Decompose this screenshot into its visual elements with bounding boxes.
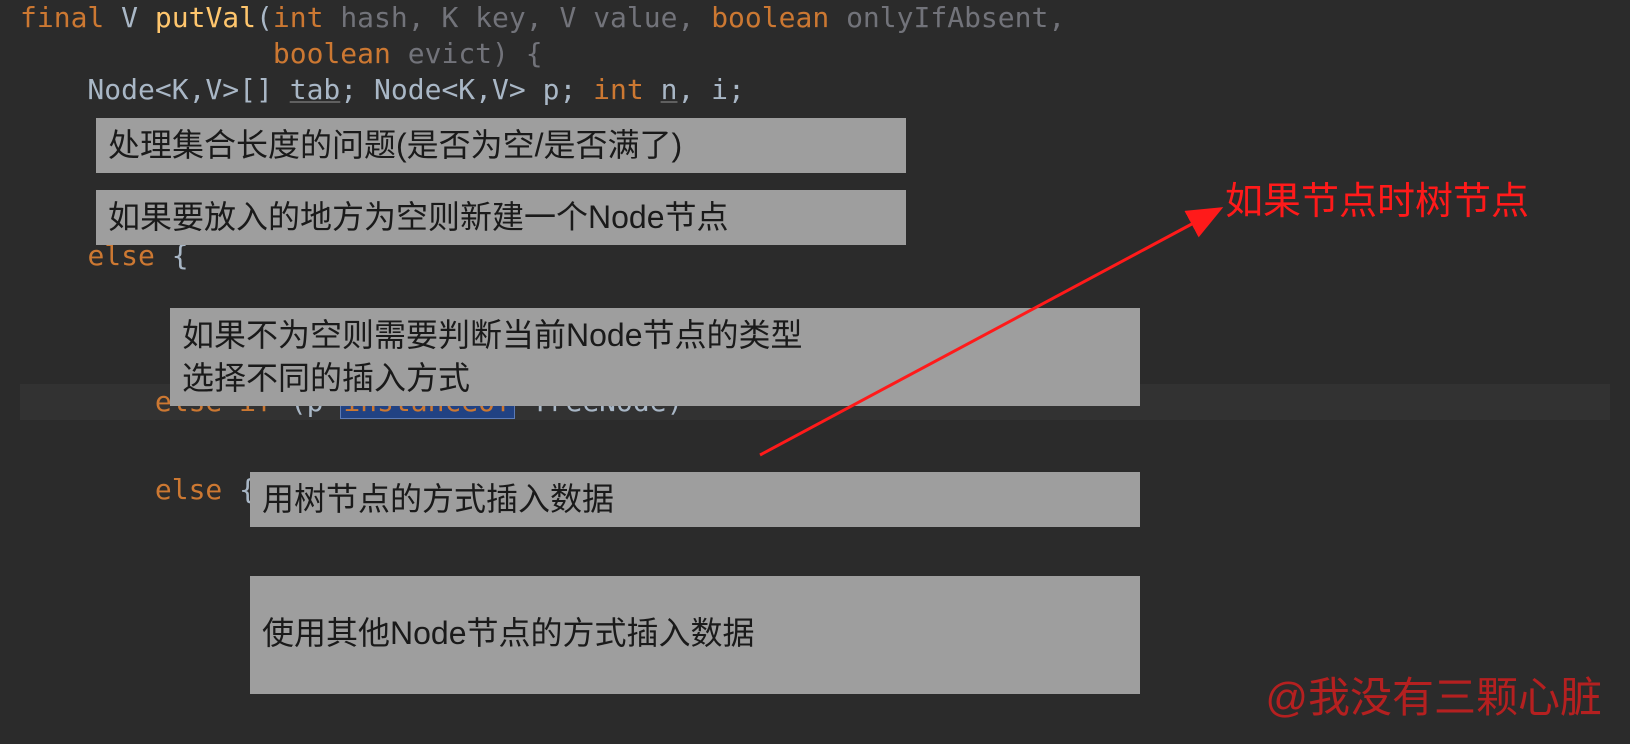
comment-box-3: 如果不为空则需要判断当前Node节点的类型 选择不同的插入方式 <box>170 308 1140 406</box>
watermark: @我没有三颗心脏 <box>1265 671 1602 726</box>
params: hash, K key, V value, <box>323 1 711 34</box>
code-text: V <box>104 1 155 34</box>
keyword-int: int <box>273 1 324 34</box>
comment-box-1: 处理集合长度的问题(是否为空/是否满了) <box>96 118 906 173</box>
code-line-1: final V putVal(int hash, K key, V value,… <box>20 0 1610 36</box>
indent <box>20 385 155 418</box>
comment-box-5: 使用其他Node节点的方式插入数据 <box>250 576 1140 694</box>
code-text: Node<K,V>[] <box>20 73 290 106</box>
params: evict) { <box>391 37 543 70</box>
code-line-3: Node<K,V>[] tab; Node<K,V> p; int n, i; <box>20 72 1610 108</box>
keyword-final: final <box>20 1 104 34</box>
code-text: ; Node<K,V> p; <box>340 73 593 106</box>
params: onlyIfAbsent, <box>829 1 1065 34</box>
indent <box>20 37 273 70</box>
annotation-red: 如果节点时树节点 <box>1225 178 1529 227</box>
keyword-int: int <box>593 73 644 106</box>
code-text: ( <box>256 1 273 34</box>
var-n: n <box>661 73 678 106</box>
keyword-boolean: boolean <box>711 1 829 34</box>
comment-box-2: 如果要放入的地方为空则新建一个Node节点 <box>96 190 906 245</box>
comment-box-4: 用树节点的方式插入数据 <box>250 472 1140 527</box>
keyword-else: else <box>155 473 222 506</box>
code-editor: final V putVal(int hash, K key, V value,… <box>0 0 1630 508</box>
code-line-2: boolean evict) { <box>20 36 1610 72</box>
indent <box>20 239 87 272</box>
keyword-boolean: boolean <box>273 37 391 70</box>
method-name: putVal <box>155 1 256 34</box>
spacer <box>20 420 1610 472</box>
var-tab: tab <box>290 73 341 106</box>
indent <box>20 473 155 506</box>
code-text <box>644 73 661 106</box>
code-text: , i; <box>677 73 744 106</box>
